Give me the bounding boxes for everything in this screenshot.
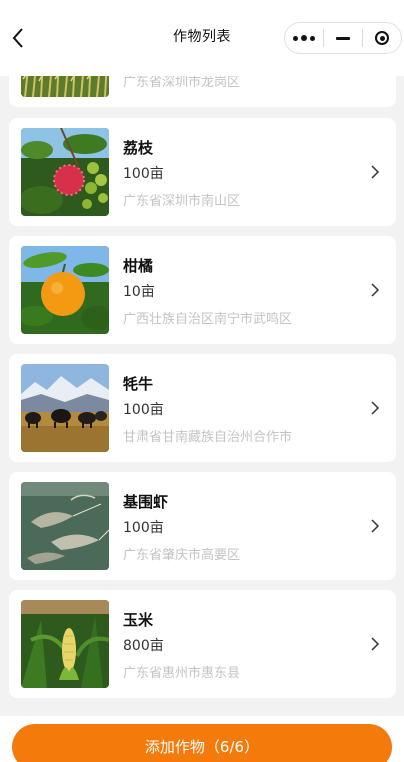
chevron-right-icon — [371, 283, 380, 297]
minimize-button[interactable] — [324, 23, 362, 53]
crop-card[interactable]: 基围虾 100亩 广东省肇庆市高要区 — [9, 472, 396, 580]
add-crop-button[interactable]: 添加作物（6/6） — [12, 724, 392, 762]
crop-name: 玉米 — [123, 611, 154, 629]
crop-location: 广西壮族自治区南宁市武鸣区 — [123, 312, 293, 327]
crop-thumbnail-yak — [21, 364, 109, 452]
crop-thumbnail-corn — [21, 600, 109, 688]
crop-area: 100亩 — [123, 402, 164, 418]
navigation-bar: 作物列表 — [0, 0, 404, 76]
crop-area: 800亩 — [123, 638, 164, 654]
close-button[interactable] — [363, 23, 401, 53]
crop-location: 广东省深圳市南山区 — [123, 194, 241, 209]
more-button[interactable] — [285, 23, 323, 53]
more-dots-icon — [293, 35, 315, 41]
crop-thumbnail-lychee — [21, 128, 109, 216]
chevron-right-icon — [371, 519, 380, 533]
crop-card[interactable]: 牦牛 100亩 甘肃省甘南藏族自治州合作市 — [9, 354, 396, 462]
crop-name: 荔枝 — [123, 139, 154, 157]
target-icon — [375, 31, 389, 45]
crop-location: 广东省肇庆市高要区 — [123, 548, 241, 563]
chevron-right-icon — [371, 637, 380, 651]
crop-name: 基围虾 — [123, 493, 169, 511]
chevron-right-icon — [371, 401, 380, 415]
crop-card[interactable]: 玉米 800亩 广东省惠州市惠东县 — [9, 590, 396, 698]
crop-list-page: 广东省深圳市龙岗区 荔枝 100亩 广东省深圳市南山区 柑橘 10亩 广西壮族自… — [0, 0, 404, 762]
crop-area: 100亩 — [123, 166, 164, 182]
miniprogram-capsule — [284, 22, 402, 54]
crop-area: 100亩 — [123, 520, 164, 536]
crop-thumbnail-shrimp — [21, 482, 109, 570]
minimize-icon — [336, 36, 350, 40]
chevron-right-icon — [371, 165, 380, 179]
crop-location: 广东省惠州市惠东县 — [123, 666, 241, 681]
crop-thumbnail-citrus — [21, 246, 109, 334]
crop-name: 柑橘 — [123, 257, 154, 275]
crop-card[interactable]: 柑橘 10亩 广西壮族自治区南宁市武鸣区 — [9, 236, 396, 344]
crop-location: 甘肃省甘南藏族自治州合作市 — [123, 430, 293, 445]
crop-area: 10亩 — [123, 284, 155, 300]
crop-name: 牦牛 — [123, 375, 154, 393]
crop-card[interactable]: 荔枝 100亩 广东省深圳市南山区 — [9, 118, 396, 226]
